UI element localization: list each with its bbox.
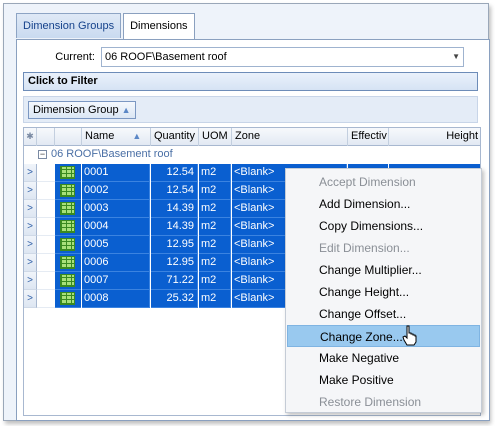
cell-name[interactable]: 0006 [82, 254, 150, 272]
cell-uom[interactable]: m2 [199, 236, 231, 254]
dimension-grid-icon [55, 272, 81, 290]
row-indicator-icon[interactable]: > [24, 218, 37, 236]
dimension-grid-icon [55, 200, 81, 218]
cell-quantity[interactable]: 12.95 [151, 236, 198, 254]
cell-uom[interactable]: m2 [199, 164, 231, 182]
current-label: Current: [55, 51, 95, 63]
row-indicator-icon[interactable]: > [24, 236, 37, 254]
row-spacer [37, 272, 55, 290]
row-spacer [37, 218, 55, 236]
current-value: 06 ROOF\Basement roof [105, 51, 227, 63]
group-by-chip-label: Dimension Group [33, 104, 119, 116]
row-spacer [37, 290, 55, 308]
hand-cursor-icon [402, 325, 417, 346]
column-header-quantity[interactable]: Quantity [151, 128, 199, 146]
cell-name[interactable]: 0004 [82, 218, 150, 236]
sort-ascending-icon: ▲ [121, 105, 131, 115]
cell-name[interactable]: 0001 [82, 164, 150, 182]
sort-ascending-icon: ▲ [132, 131, 142, 141]
cell-name[interactable]: 0003 [82, 200, 150, 218]
cell-uom[interactable]: m2 [199, 200, 231, 218]
menu-item-restore-dimension[interactable]: Restore Dimension [287, 391, 480, 413]
cell-quantity[interactable]: 14.39 [151, 200, 198, 218]
column-header-name-label: Name [85, 130, 115, 142]
column-header-zone[interactable]: Zone [232, 128, 348, 146]
group-row-label: 06 ROOF\Basement roof [51, 148, 173, 160]
column-header-height[interactable]: Height [389, 128, 480, 146]
menu-item-change-zone[interactable]: Change Zone... [287, 325, 480, 347]
cell-uom[interactable]: m2 [199, 290, 231, 308]
cell-name[interactable]: 0002 [82, 182, 150, 200]
menu-item-edit-dimension[interactable]: Edit Dimension... [287, 237, 480, 259]
chevron-down-icon[interactable]: ▼ [452, 48, 460, 66]
row-indicator-icon[interactable]: > [24, 290, 37, 308]
cell-name[interactable]: 0007 [82, 272, 150, 290]
dimension-grid-icon [55, 254, 81, 272]
dimension-grid-icon [55, 236, 81, 254]
collapse-icon[interactable]: − [38, 150, 47, 159]
cell-uom[interactable]: m2 [199, 254, 231, 272]
row-spacer [37, 200, 55, 218]
dimension-grid-icon [55, 182, 81, 200]
dimension-grid-icon [55, 164, 81, 182]
grid-header: ✱ Name ▲ Quantity UOM Zone Effectiv Heigh… [24, 128, 480, 146]
dimension-grid-icon [55, 218, 81, 236]
tab-dimensions[interactable]: Dimensions [123, 13, 195, 40]
row-spacer [37, 254, 55, 272]
menu-item-add-dimension[interactable]: Add Dimension... [287, 193, 480, 215]
row-spacer [37, 236, 55, 254]
expand-header [37, 128, 55, 146]
cell-uom[interactable]: m2 [199, 218, 231, 236]
tab-dimension-groups[interactable]: Dimension Groups [16, 13, 122, 38]
cell-uom[interactable]: m2 [199, 272, 231, 290]
menu-item-change-height[interactable]: Change Height... [287, 281, 480, 303]
menu-item-accept-dimension[interactable]: Accept Dimension [287, 171, 480, 193]
cell-quantity[interactable]: 14.39 [151, 218, 198, 236]
row-indicator-icon[interactable]: > [24, 164, 37, 182]
cell-uom[interactable]: m2 [199, 182, 231, 200]
column-header-name[interactable]: Name ▲ [82, 128, 151, 146]
menu-item-copy-dimensions[interactable]: Copy Dimensions... [287, 215, 480, 237]
row-indicator-icon[interactable]: > [24, 254, 37, 272]
cell-name[interactable]: 0008 [82, 290, 150, 308]
filter-bar[interactable]: Click to Filter [23, 72, 478, 91]
cell-quantity[interactable]: 12.95 [151, 254, 198, 272]
row-selector-header-icon[interactable]: ✱ [24, 128, 37, 146]
row-spacer [37, 182, 55, 200]
icon-header [55, 128, 82, 146]
dimension-grid-icon [55, 290, 81, 308]
column-header-uom[interactable]: UOM [199, 128, 232, 146]
menu-item-make-negative[interactable]: Make Negative [287, 347, 480, 369]
context-menu: Accept Dimension Add Dimension... Copy D… [285, 168, 482, 413]
menu-item-make-positive[interactable]: Make Positive [287, 369, 480, 391]
column-header-effective[interactable]: Effectiv [348, 128, 389, 146]
group-row[interactable]: − 06 ROOF\Basement roof [24, 147, 480, 163]
cell-name[interactable]: 0005 [82, 236, 150, 254]
row-indicator-icon[interactable]: > [24, 272, 37, 290]
row-indicator-icon[interactable]: > [24, 200, 37, 218]
row-indicator-icon[interactable]: > [24, 182, 37, 200]
group-by-area: Dimension Group ▲ [23, 96, 478, 123]
current-row: Current: [37, 47, 101, 67]
cell-quantity[interactable]: 12.54 [151, 182, 198, 200]
cell-quantity[interactable]: 25.32 [151, 290, 198, 308]
cell-quantity[interactable]: 71.22 [151, 272, 198, 290]
menu-item-change-multiplier[interactable]: Change Multiplier... [287, 259, 480, 281]
tab-strip: Dimension Groups Dimensions [16, 13, 197, 40]
cell-quantity[interactable]: 12.54 [151, 164, 198, 182]
menu-item-change-offset[interactable]: Change Offset... [287, 303, 480, 325]
filter-label: Click to Filter [28, 75, 98, 87]
group-by-chip[interactable]: Dimension Group ▲ [28, 101, 136, 119]
current-select[interactable]: 06 ROOF\Basement roof ▼ [101, 47, 464, 67]
row-spacer [37, 164, 55, 182]
